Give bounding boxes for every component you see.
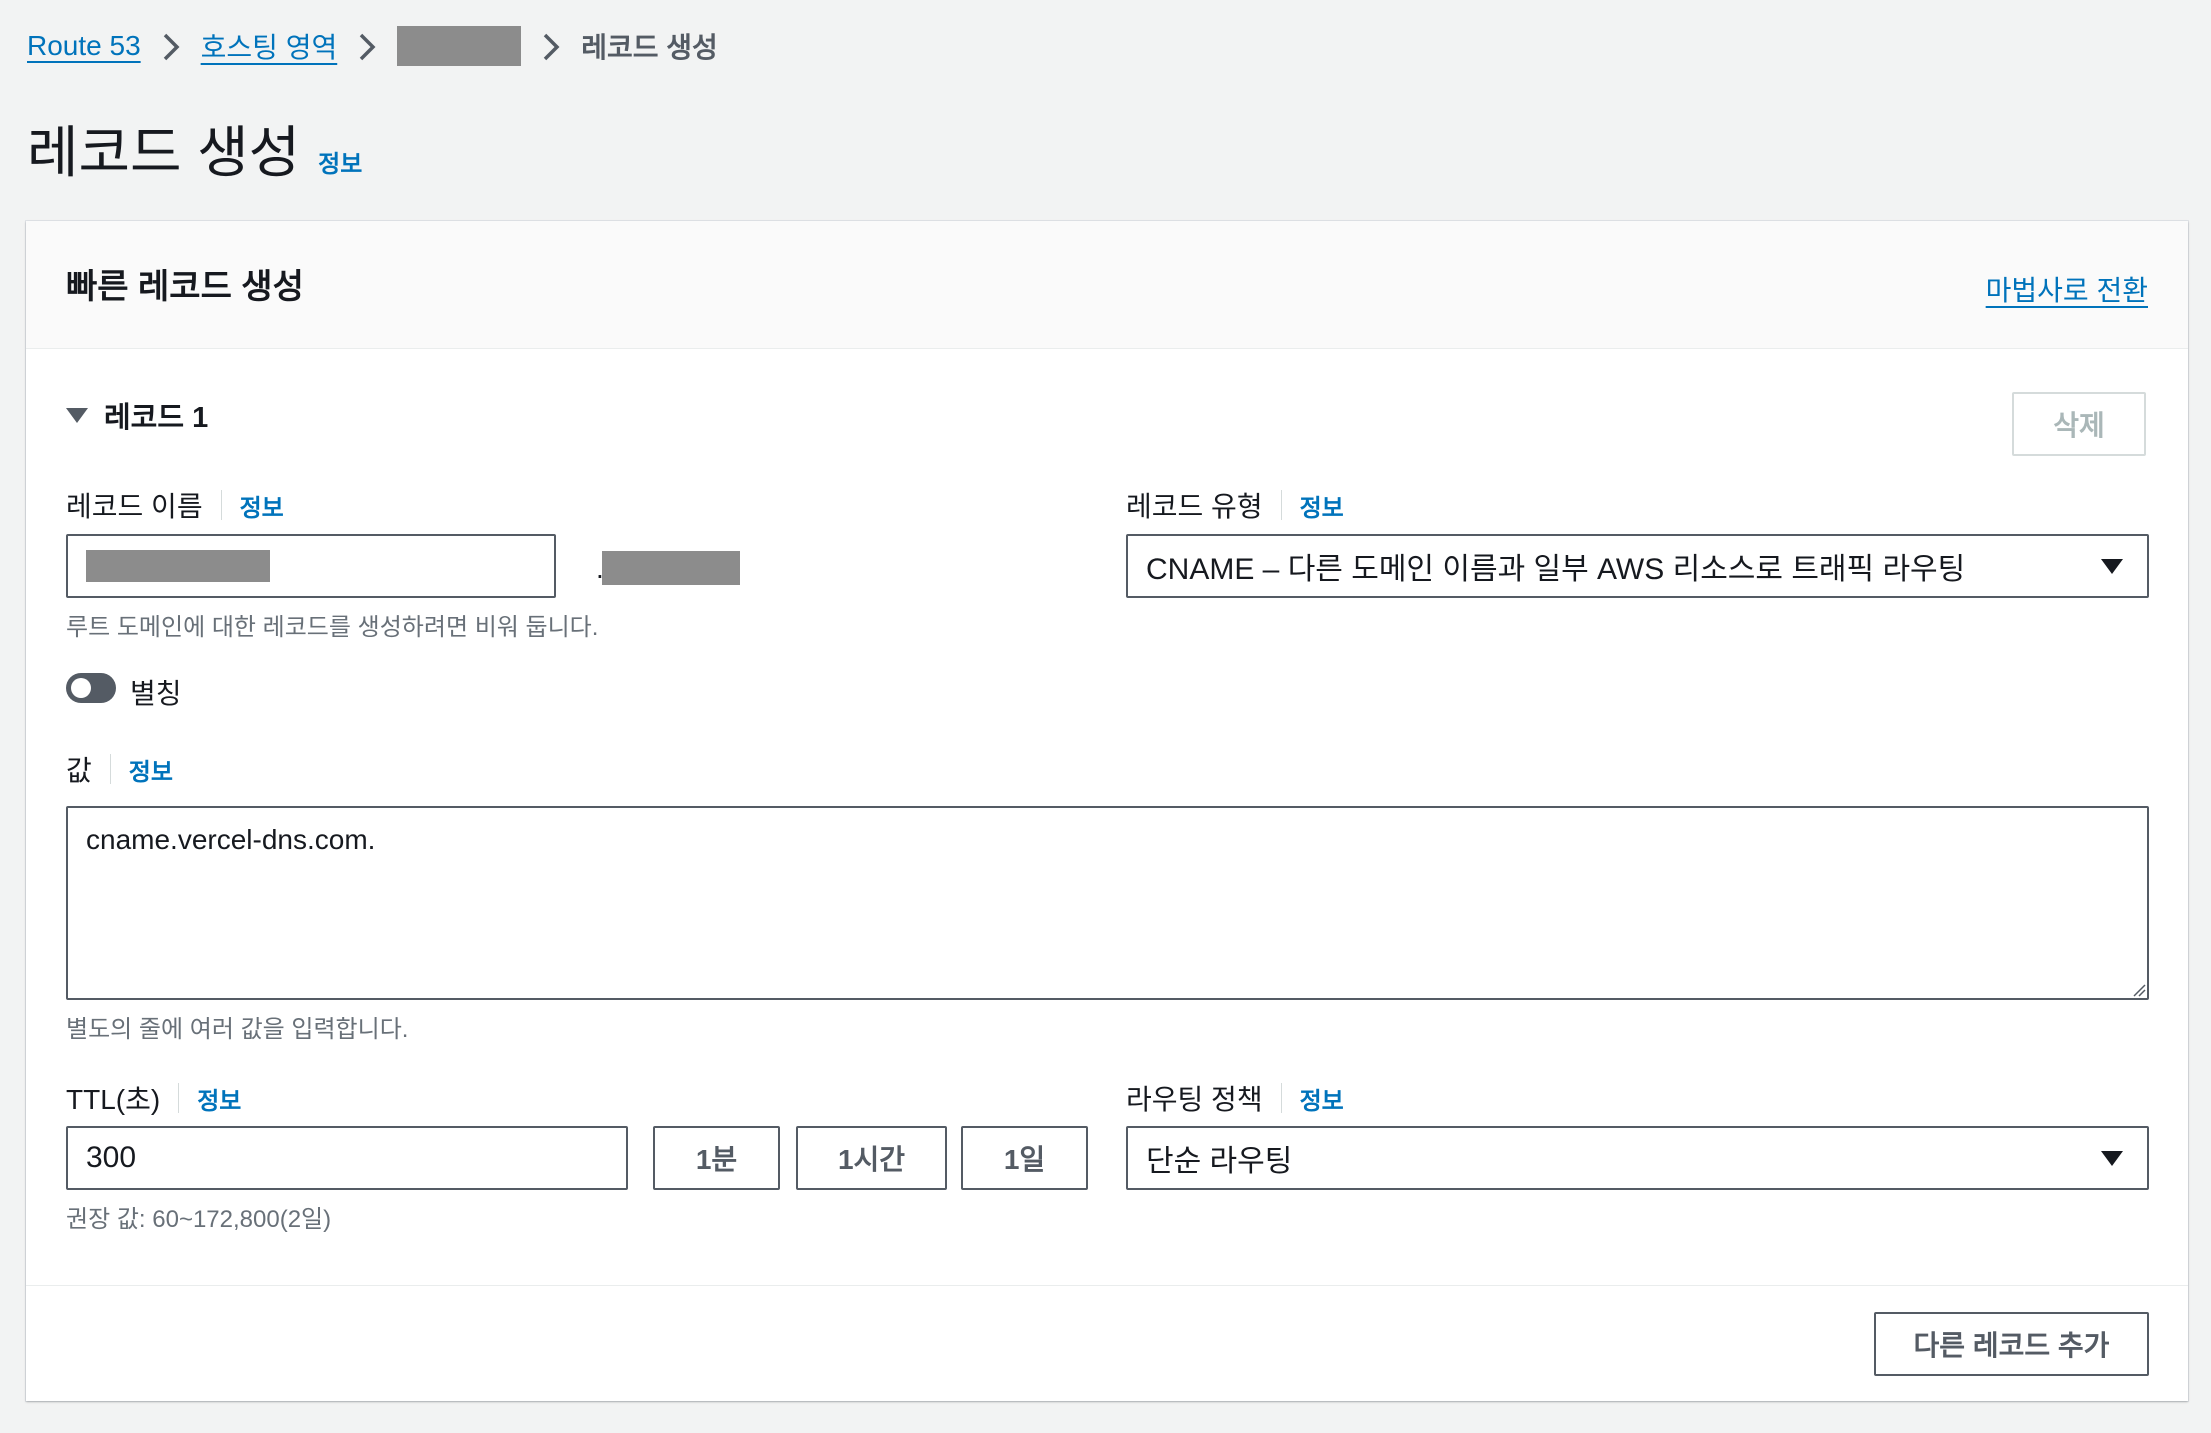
breadcrumb: Route 53 호스팅 영역 레코드 생성	[27, 22, 718, 70]
ttl-value: 300	[86, 1141, 137, 1174]
record-name-label: 레코드 이름	[66, 491, 203, 522]
breadcrumb-route53-link[interactable]: Route 53	[27, 30, 141, 62]
chevron-right-icon	[521, 30, 581, 63]
record-type-select[interactable]: CNAME – 다른 도메인 이름과 일부 AWS 리소스로 트래픽 라우팅	[1126, 534, 2149, 598]
delete-record-button[interactable]: 삭제	[2012, 392, 2146, 456]
toggle-knob	[71, 678, 91, 698]
ttl-label-row: TTL(초) 정보	[66, 1078, 241, 1118]
value-hint: 별도의 줄에 여러 값을 입력합니다.	[66, 1016, 409, 1043]
footer-divider	[26, 1285, 2188, 1286]
label-divider	[1280, 490, 1282, 520]
record-name-redacted	[86, 550, 270, 582]
record-section-title: 레코드 1	[104, 402, 209, 434]
quick-create-panel: 빠른 레코드 생성 마법사로 전환 레코드 1 삭제 레코드 이름 정보 . 루…	[26, 221, 2188, 1401]
value-info-link[interactable]: 정보	[129, 752, 173, 787]
ttl-label: TTL(초)	[66, 1084, 161, 1115]
record-name-info-link[interactable]: 정보	[240, 488, 284, 523]
chevron-right-icon	[337, 30, 397, 63]
value-label-row: 값 정보	[66, 749, 173, 789]
routing-policy-value: 단순 라우팅	[1146, 1145, 1293, 1178]
ttl-hint: 권장 값: 60~172,800(2일)	[66, 1206, 332, 1233]
record-name-label-row: 레코드 이름 정보	[66, 485, 284, 525]
record-type-label-row: 레코드 유형 정보	[1126, 485, 1344, 525]
alias-label: 별칭	[130, 678, 182, 709]
ttl-info-link[interactable]: 정보	[197, 1081, 241, 1116]
breadcrumb-zone-redacted[interactable]	[397, 26, 522, 66]
record-type-info-link[interactable]: 정보	[1300, 488, 1344, 523]
record-type-value: CNAME – 다른 도메인 이름과 일부 AWS 리소스로 트래픽 라우팅	[1146, 553, 1966, 586]
routing-policy-label-row: 라우팅 정책 정보	[1126, 1078, 1344, 1118]
record-type-label: 레코드 유형	[1126, 491, 1263, 522]
routing-policy-select[interactable]: 단순 라우팅	[1126, 1126, 2149, 1190]
label-divider	[109, 754, 111, 784]
chevron-right-icon	[141, 30, 201, 63]
caret-down-icon	[2101, 1151, 2123, 1166]
page-title: 레코드 생성	[27, 121, 301, 184]
value-label: 값	[66, 755, 92, 786]
label-divider	[220, 490, 222, 520]
resize-grip-icon[interactable]	[2132, 983, 2146, 997]
panel-header: 빠른 레코드 생성 마법사로 전환	[26, 221, 2188, 349]
routing-policy-info-link[interactable]: 정보	[1300, 1081, 1344, 1116]
breadcrumb-hosted-zones-link[interactable]: 호스팅 영역	[201, 26, 338, 66]
record-name-input[interactable]	[66, 534, 556, 598]
panel-title: 빠른 레코드 생성	[66, 268, 304, 306]
record-name-hint: 루트 도메인에 대한 레코드를 생성하려면 비워 둡니다.	[66, 614, 599, 641]
ttl-1-day-button[interactable]: 1일	[961, 1126, 1088, 1190]
caret-down-icon	[66, 407, 88, 423]
switch-to-wizard-link[interactable]: 마법사로 전환	[1986, 269, 2148, 309]
caret-down-icon	[2101, 559, 2123, 574]
routing-policy-label: 라우팅 정책	[1126, 1084, 1263, 1115]
ttl-1-minute-button[interactable]: 1분	[653, 1126, 780, 1190]
domain-suffix-redacted	[602, 551, 740, 585]
page-header: 레코드 생성 정보	[27, 108, 362, 189]
alias-toggle[interactable]	[66, 673, 116, 703]
record-section-toggle[interactable]: 레코드 1	[66, 394, 208, 436]
add-another-record-button[interactable]: 다른 레코드 추가	[1874, 1312, 2149, 1376]
breadcrumb-current: 레코드 생성	[581, 32, 718, 63]
label-divider	[1280, 1083, 1282, 1113]
label-divider	[178, 1083, 180, 1113]
value-textarea[interactable]: cname.vercel-dns.com.	[66, 806, 2149, 1000]
ttl-1-hour-button[interactable]: 1시간	[796, 1126, 947, 1190]
ttl-input[interactable]: 300	[66, 1126, 628, 1190]
page-info-link[interactable]: 정보	[318, 144, 362, 179]
